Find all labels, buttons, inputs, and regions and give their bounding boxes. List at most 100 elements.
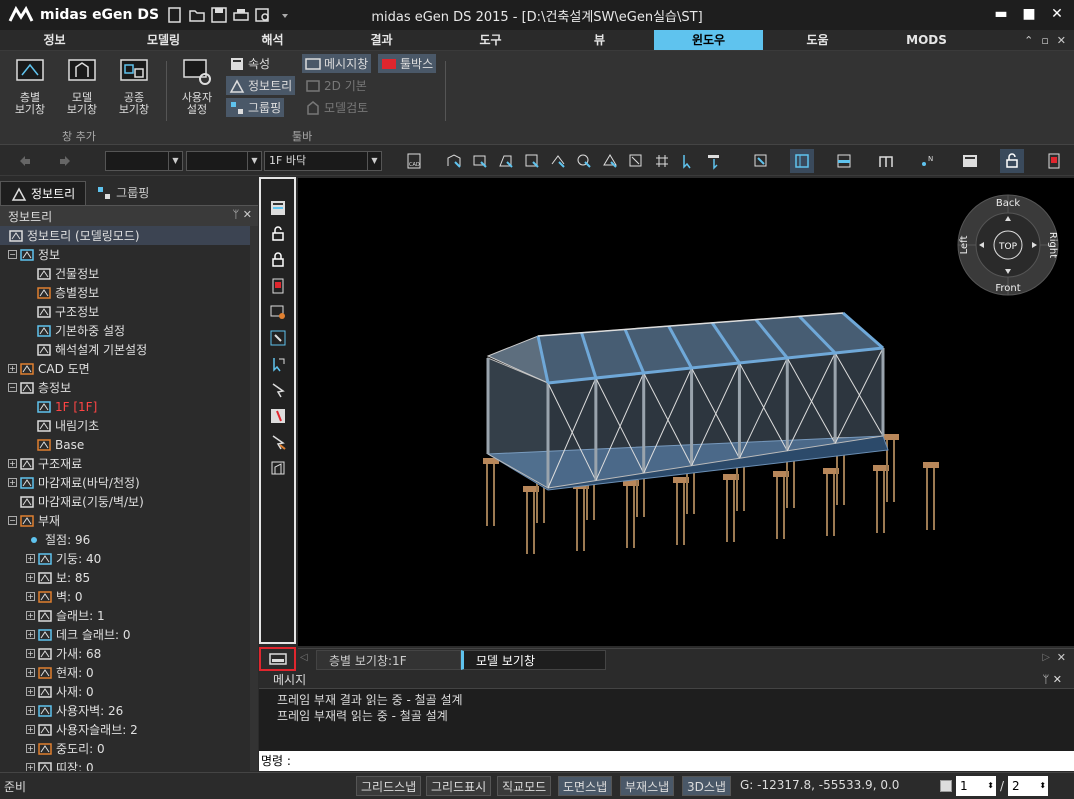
snap-icon[interactable] (752, 152, 770, 170)
tree-item[interactable]: + 슬래브: 1 (0, 606, 258, 625)
grid-display-toggle[interactable]: 그리드표시 (426, 776, 492, 796)
tab-model-view[interactable]: 모델 보기창 (461, 650, 606, 670)
expand-icon[interactable]: + (26, 573, 35, 582)
expand-icon[interactable]: + (26, 630, 35, 639)
tree-item[interactable]: + 마감재료(바닥/천정) (0, 473, 258, 492)
maximize-button[interactable]: ■ (1018, 4, 1040, 24)
tab-view[interactable]: 뷰 (545, 30, 654, 50)
print-preview-icon[interactable] (254, 6, 272, 24)
view-side-icon[interactable] (497, 152, 515, 170)
view-cube-top[interactable]: TOP (998, 242, 1018, 252)
slab-view-icon[interactable] (835, 152, 853, 170)
2d-basic-button[interactable]: 2D 기본 (302, 76, 370, 95)
tree-item[interactable]: + 구조재료 (0, 454, 258, 473)
drawing-snap-toggle[interactable]: 도면스냅 (558, 776, 613, 796)
properties-button[interactable]: 속성 (226, 54, 273, 73)
3d-snap-toggle[interactable]: 3D스냅 (682, 776, 731, 796)
cursor-icon[interactable] (269, 381, 287, 399)
expand-icon[interactable]: + (26, 649, 35, 658)
model-copy-icon[interactable] (269, 459, 287, 477)
view-rotate-icon[interactable] (549, 152, 567, 170)
tab-scroll-right-icon[interactable]: ▷ (1042, 652, 1050, 663)
tree-item[interactable]: + CAD 도면 (0, 359, 258, 378)
tree-item[interactable]: 내림기초 (0, 416, 258, 435)
tree-item[interactable]: − 부재 (0, 511, 258, 530)
minimize-button[interactable]: ▬ (990, 4, 1012, 24)
page-checkbox[interactable] (940, 780, 952, 792)
tree-item[interactable]: + 사용자슬래브: 2 (0, 720, 258, 739)
tab-info[interactable]: 정보 (0, 30, 109, 50)
ribbon-restore-button[interactable]: ▫ (1041, 34, 1048, 47)
view-zoom-icon[interactable] (601, 152, 619, 170)
expand-icon[interactable]: + (26, 554, 35, 563)
spinner-icon[interactable]: ⬍ (1039, 776, 1046, 796)
delete-select-icon[interactable] (269, 433, 287, 451)
select-arrow-icon[interactable] (269, 355, 287, 373)
new-file-icon[interactable] (166, 6, 184, 24)
view-cube-front[interactable]: Front (995, 283, 1020, 294)
combo-type[interactable]: ▼ (186, 151, 262, 171)
message-window-button[interactable]: 메시지창 (302, 54, 372, 73)
collapse-icon[interactable]: − (8, 250, 17, 259)
collapse-icon[interactable]: − (8, 383, 17, 392)
expand-icon[interactable]: + (26, 725, 35, 734)
color-icon[interactable] (269, 277, 287, 295)
expand-icon[interactable]: + (26, 744, 35, 753)
unlock-icon[interactable] (1003, 152, 1021, 170)
tab-info-tree[interactable]: 정보트리 (0, 181, 87, 205)
tree-item[interactable]: + 띠장: 0 (0, 758, 258, 771)
tree-item[interactable]: 정보트리 (모델링모드) (0, 226, 258, 245)
floor-combo[interactable]: 1F 바닥 ▼ (264, 151, 382, 171)
frame-view-icon[interactable] (793, 152, 811, 170)
close-tab-icon[interactable]: ✕ (1057, 651, 1066, 664)
expand-icon[interactable]: + (26, 763, 35, 771)
view-pan-icon[interactable] (575, 152, 593, 170)
floor-view-button[interactable]: 층별 보기창 (5, 57, 55, 116)
view-front-icon[interactable] (471, 152, 489, 170)
tab-analysis[interactable]: 해석 (218, 30, 327, 50)
properties-icon[interactable] (269, 199, 287, 217)
view-cube-right[interactable]: Right (1047, 232, 1058, 258)
user-settings-button[interactable]: 사용자 설정 (172, 57, 222, 116)
tab-scroll-left-icon[interactable]: ◁ (300, 652, 308, 663)
unlock-icon[interactable] (269, 225, 287, 243)
tab-tools[interactable]: 도구 (436, 30, 545, 50)
open-folder-icon[interactable] (188, 6, 206, 24)
expand-icon[interactable]: + (26, 687, 35, 696)
info-tree-button[interactable]: 정보트리 (226, 76, 296, 95)
expand-icon[interactable]: + (8, 459, 17, 468)
tree-item[interactable]: + 중도리: 0 (0, 739, 258, 758)
node-label-icon[interactable]: N (919, 152, 937, 170)
grid-snap-toggle[interactable]: 그리드스냅 (356, 776, 422, 796)
pin-close-icon[interactable]: ᛘ ✕ (233, 208, 252, 221)
toolbox-toggle[interactable] (259, 647, 296, 671)
tree-item[interactable]: − 정보 (0, 245, 258, 264)
trade-view-button[interactable]: 공종 보기창 (109, 57, 159, 116)
tab-help[interactable]: 도움 (763, 30, 872, 50)
tab-results[interactable]: 결과 (327, 30, 436, 50)
ortho-mode-toggle[interactable]: 직교모드 (497, 776, 552, 796)
expand-icon[interactable]: + (26, 706, 35, 715)
expand-icon[interactable]: + (8, 364, 17, 373)
cad-icon[interactable]: CAD (405, 152, 423, 170)
ribbon-minimize-button[interactable]: ⌃ (1024, 34, 1033, 47)
tree-item[interactable]: + 기둥: 40 (0, 549, 258, 568)
customize-qat-icon[interactable] (276, 6, 294, 24)
display-options-icon[interactable] (961, 152, 979, 170)
tree-item[interactable]: 층별정보 (0, 283, 258, 302)
select-window-icon[interactable] (705, 152, 723, 170)
pin-close-icon[interactable]: ᛘ ✕ (1043, 671, 1062, 689)
tree-item[interactable]: 마감재료(기둥/벽/보) (0, 492, 258, 511)
expand-icon[interactable]: + (26, 592, 35, 601)
page-current-input[interactable]: 1 ⬍ (956, 776, 996, 796)
tree-item[interactable]: 해석설계 기본설정 (0, 340, 258, 359)
tree-item[interactable]: + 데크 슬래브: 0 (0, 625, 258, 644)
lock-icon[interactable] (269, 251, 287, 269)
tree-item[interactable]: 절점: 96 (0, 530, 258, 549)
window-settings-icon[interactable] (269, 303, 287, 321)
view-select-icon[interactable] (269, 329, 287, 347)
spinner-icon[interactable]: ⬍ (987, 776, 994, 796)
combo-layer[interactable]: ▼ (105, 151, 183, 171)
tree-item[interactable]: + 현재: 0 (0, 663, 258, 682)
page-total-input[interactable]: 2 ⬍ (1008, 776, 1049, 796)
